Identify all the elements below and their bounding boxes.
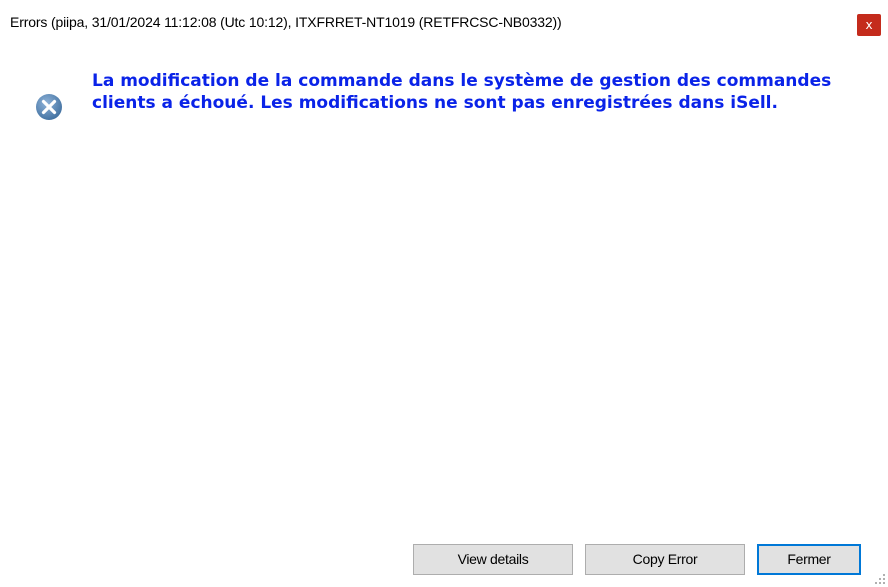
window-title: Errors (piipa, 31/01/2024 11:12:08 (Utc … [10, 14, 562, 30]
error-x-icon [36, 94, 62, 120]
error-dialog: Errors (piipa, 31/01/2024 11:12:08 (Utc … [0, 0, 888, 587]
copy-error-button[interactable]: Copy Error [585, 544, 745, 575]
close-button[interactable]: Fermer [757, 544, 861, 575]
title-bar: Errors (piipa, 31/01/2024 11:12:08 (Utc … [0, 0, 888, 52]
view-details-button[interactable]: View details [413, 544, 573, 575]
error-message: La modification de la commande dans le s… [92, 71, 832, 113]
close-window-button[interactable]: x [857, 14, 881, 36]
resize-grip-icon[interactable] [872, 571, 886, 585]
close-icon: x [865, 18, 873, 32]
